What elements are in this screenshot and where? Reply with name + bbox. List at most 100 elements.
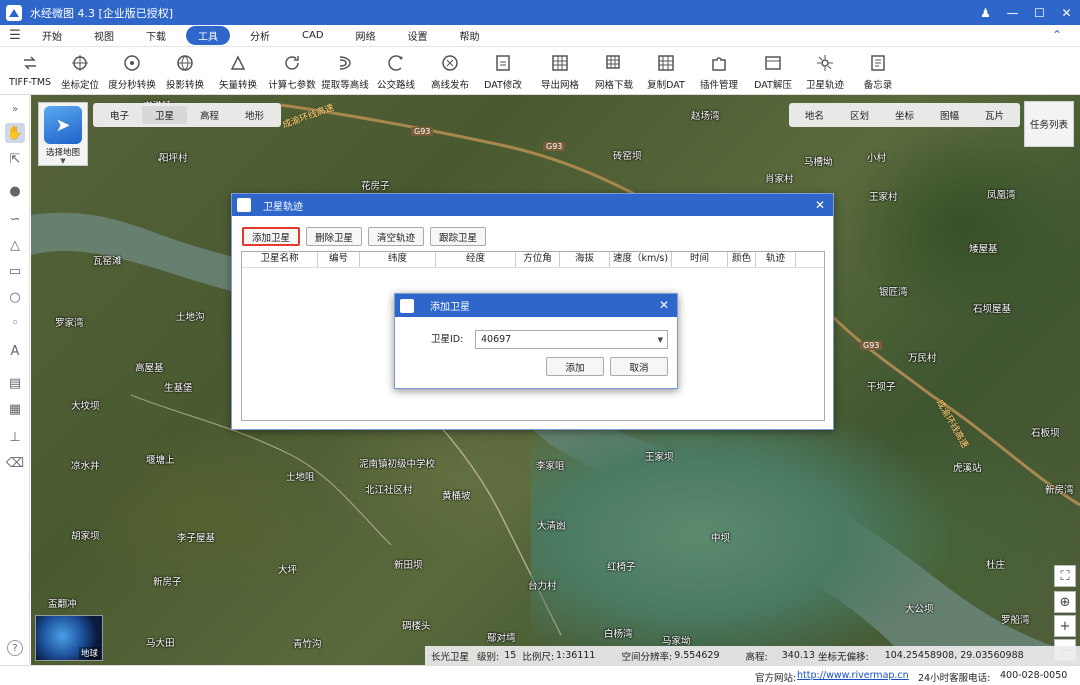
task-list-button[interactable]: 任务列表 [1024, 101, 1074, 147]
maximize-button[interactable]: ☐ [1026, 0, 1053, 25]
delete-satellite-button[interactable]: 删除卫星 [306, 227, 363, 246]
tab-terrain[interactable]: 地形 [232, 106, 277, 124]
draw-point-icon[interactable]: ● [5, 181, 25, 201]
tool-dat-edit[interactable]: DAT修改 [482, 47, 524, 95]
tool-vector-convert[interactable]: 矢量转换 [218, 47, 258, 95]
projection-icon [174, 52, 196, 74]
tool-grid-download[interactable]: 网格下载 [594, 47, 634, 95]
place-label: 大公坝 [905, 604, 934, 615]
draw-line-icon[interactable]: ∽ [5, 209, 25, 229]
tool-plugin-manager[interactable]: 插件管理 [698, 47, 740, 95]
tool-projection[interactable]: 投影转换 [165, 47, 205, 95]
menu-settings[interactable]: 设置 [396, 26, 440, 45]
school-label: 泥南镇初级中学校 [359, 459, 436, 470]
place-label: 新田坝 [394, 560, 423, 571]
tab-divisions[interactable]: 区划 [837, 106, 882, 124]
tool-tiff-tms[interactable]: TIFF-TMS [8, 47, 52, 95]
archive-icon [762, 52, 784, 74]
subdialog-logo-icon [400, 298, 414, 313]
map-logo-icon: ➤ [44, 106, 82, 144]
satellite-source: 长光卫星 [431, 651, 470, 663]
hamburger-menu-icon[interactable]: ☰ [0, 28, 30, 43]
road-tag: G93 [543, 142, 566, 151]
place-label: 马槽坳 [804, 157, 833, 168]
tool-satellite-track[interactable]: 卫星轨迹 [804, 47, 846, 95]
draw-polygon-icon[interactable]: △ [5, 235, 25, 255]
tool-dat-extract[interactable]: DAT解压 [752, 47, 794, 95]
tab-satellite[interactable]: 卫星 [142, 106, 188, 124]
draw-arc-icon[interactable]: ◦ [5, 313, 25, 333]
tab-coordinates[interactable]: 坐标 [882, 106, 927, 124]
measure-area-icon[interactable]: ▦ [5, 399, 25, 419]
locate-icon[interactable]: ⊕ [1054, 591, 1076, 613]
place-label: 土地咀 [286, 472, 315, 483]
eraser-icon[interactable]: ⌫ [5, 453, 25, 473]
help-icon[interactable]: ? [7, 640, 23, 656]
menu-analysis[interactable]: 分析 [238, 26, 282, 45]
grid-icon [549, 52, 571, 74]
tool-copy-dat[interactable]: 复制DAT [645, 47, 687, 95]
map-select-button[interactable]: ➤ 选择地图 ▼ [38, 102, 88, 166]
tab-placenames[interactable]: 地名 [792, 106, 837, 124]
tool-dms-convert[interactable]: 度分秒转换 [107, 47, 157, 95]
menu-tools[interactable]: 工具 [186, 26, 230, 45]
tool-export-grid[interactable]: 导出网格 [540, 47, 580, 95]
menu-help[interactable]: 帮助 [448, 26, 492, 45]
menu-cad[interactable]: CAD [290, 28, 336, 43]
place-label: 石坝屋基 [973, 304, 1012, 315]
tool-bus-route[interactable]: 公交路线 [376, 47, 416, 95]
pan-hand-icon[interactable]: ✋ [5, 123, 25, 143]
grid-download-icon [603, 52, 625, 74]
menu-network[interactable]: 网络 [344, 26, 388, 45]
cancel-button[interactable]: 取消 [610, 357, 668, 376]
tab-tiles[interactable]: 瓦片 [972, 106, 1017, 124]
tool-publish[interactable]: 高线发布 [430, 47, 470, 95]
close-button[interactable]: ✕ [1053, 0, 1080, 25]
draw-rect-icon[interactable]: ▭ [5, 261, 25, 281]
fullscreen-icon[interactable]: ⛶ [1054, 565, 1076, 587]
track-satellite-button[interactable]: 跟踪卫星 [430, 227, 487, 246]
measure-height-icon[interactable]: ⊥ [5, 427, 25, 447]
tool-memo[interactable]: 备忘录 [860, 47, 896, 95]
text-tool-icon[interactable]: A [5, 341, 25, 361]
add-button[interactable]: 添加 [546, 357, 604, 376]
place-label: 中坝 [711, 533, 731, 544]
dialog-close-icon[interactable]: ✕ [815, 198, 825, 212]
user-icon[interactable]: ♟ [972, 0, 999, 25]
map-scale: 1:36111 [556, 650, 596, 661]
app-logo-icon [6, 4, 22, 21]
tool-contour[interactable]: 提取等高线 [320, 47, 370, 95]
place-label: 赵场湾 [691, 111, 720, 122]
ribbon-toolbar: TIFF-TMS 坐标定位 度分秒转换 投影转换 矢量转换 计算七参数 提取等高… [0, 47, 1080, 95]
collapse-ribbon-icon[interactable]: ⌃ [1052, 28, 1062, 42]
subdialog-close-icon[interactable]: ✕ [659, 298, 669, 312]
place-label: 罗家湾 [55, 318, 84, 329]
tab-electronic[interactable]: 电子 [97, 106, 142, 124]
minimize-button[interactable]: — [999, 0, 1026, 25]
measure-distance-icon[interactable]: ▤ [5, 373, 25, 393]
place-label: 大坪 [278, 565, 298, 576]
tool-seven-params[interactable]: 计算七参数 [267, 47, 317, 95]
tab-elevation[interactable]: 高程 [187, 106, 232, 124]
menu-download[interactable]: 下载 [134, 26, 178, 45]
tool-coord-locate[interactable]: 坐标定位 [60, 47, 100, 95]
clear-track-button[interactable]: 清空轨迹 [368, 227, 425, 246]
select-arrow-icon[interactable]: ⇱ [5, 149, 25, 169]
road-tag: G93 [411, 127, 434, 136]
expand-icon[interactable]: » [5, 99, 25, 119]
add-satellite-button[interactable]: 添加卫星 [242, 227, 301, 246]
refresh-icon [281, 52, 303, 74]
menu-start[interactable]: 开始 [30, 26, 74, 45]
tab-sheets[interactable]: 图幅 [927, 106, 972, 124]
website-link[interactable]: http://www.rivermap.cn [797, 670, 909, 681]
globe-overview[interactable]: 地球 [35, 615, 103, 661]
place-label: 碉楼头 [402, 621, 431, 632]
col-azimuth: 方位角 [516, 252, 560, 267]
zoom-in-button[interactable]: + [1054, 615, 1076, 637]
dialog-logo-icon [237, 198, 251, 212]
satellite-id-select[interactable]: 40697 ▼ [475, 330, 668, 349]
menu-view[interactable]: 视图 [82, 26, 126, 45]
place-label: 台力村 [528, 581, 557, 592]
place-label: 花房子 [361, 181, 390, 192]
draw-circle-icon[interactable]: ○ [5, 287, 25, 307]
